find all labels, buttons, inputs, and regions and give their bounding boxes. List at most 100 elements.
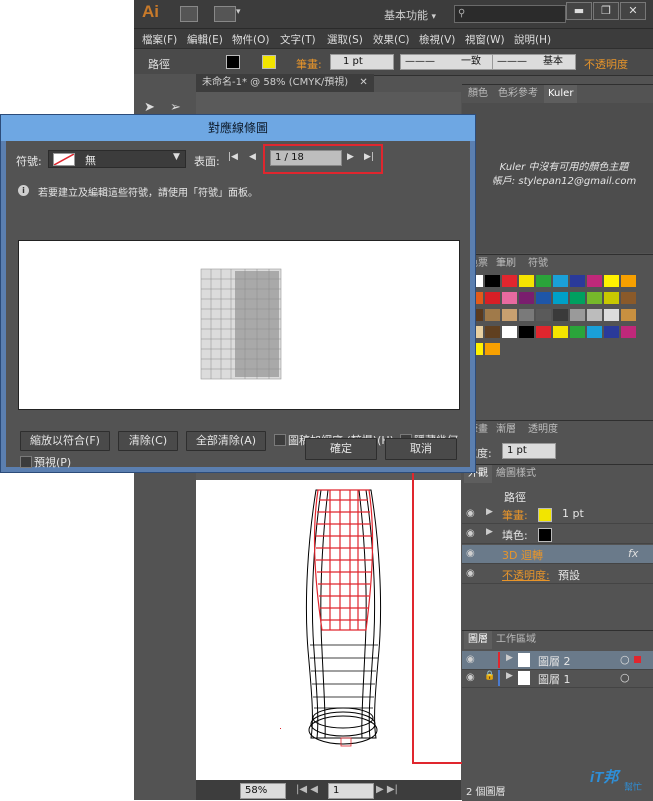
target-icon[interactable]: ○ bbox=[620, 671, 630, 684]
layer-row[interactable]: ◉ ▶ 圖層 2 ○ bbox=[462, 651, 653, 670]
last-surface-icon[interactable]: ▶| bbox=[364, 152, 374, 162]
zoom-field[interactable]: 58% bbox=[240, 783, 286, 799]
swatch[interactable] bbox=[604, 292, 619, 304]
tab-kuler[interactable]: Kuler bbox=[544, 85, 578, 103]
brush-definition[interactable]: ——— 基本 bbox=[492, 54, 576, 70]
swatch-grid[interactable] bbox=[468, 275, 648, 395]
next-surface-icon[interactable]: ▶ bbox=[347, 152, 354, 162]
menu-file[interactable]: 檔案(F) bbox=[142, 32, 177, 47]
swatch[interactable] bbox=[621, 275, 636, 287]
tab-color-guide[interactable]: 色彩參考 bbox=[494, 85, 542, 103]
opacity-row-link[interactable]: 不透明度: bbox=[502, 567, 550, 583]
last-artboard-icon[interactable]: ▶ ▶| bbox=[376, 784, 398, 795]
target-icon[interactable]: ○ bbox=[620, 653, 630, 666]
menu-type[interactable]: 文字(T) bbox=[280, 32, 316, 47]
swatch[interactable] bbox=[485, 343, 500, 355]
menu-view[interactable]: 檢視(V) bbox=[419, 32, 455, 47]
first-surface-icon[interactable]: |◀ bbox=[228, 152, 238, 162]
swatch[interactable] bbox=[553, 326, 568, 338]
fill-color-swatch[interactable] bbox=[538, 528, 552, 542]
layer-name[interactable]: 圖層 2 bbox=[538, 653, 571, 669]
layer-name[interactable]: 圖層 1 bbox=[538, 671, 571, 687]
swatch[interactable] bbox=[502, 309, 517, 321]
swatch[interactable] bbox=[553, 309, 568, 321]
swatch[interactable] bbox=[502, 326, 517, 338]
visibility-eye-icon[interactable]: ◉ bbox=[466, 654, 475, 665]
stroke-weight-field[interactable]: 1 pt bbox=[330, 54, 394, 70]
swatch[interactable] bbox=[604, 326, 619, 338]
selection-indicator[interactable] bbox=[634, 656, 641, 663]
expand-arrow-icon[interactable]: ▶ bbox=[506, 671, 513, 681]
shade-artwork-checkbox[interactable] bbox=[274, 434, 286, 446]
menu-window[interactable]: 視窗(W) bbox=[465, 32, 505, 47]
swatch[interactable] bbox=[621, 292, 636, 304]
expand-arrow-icon[interactable]: ▶ bbox=[486, 507, 493, 517]
workspace-switcher[interactable]: 基本功能 ▾ bbox=[384, 7, 436, 23]
swatch[interactable] bbox=[587, 309, 602, 321]
swatch[interactable] bbox=[570, 309, 585, 321]
menu-effect[interactable]: 效果(C) bbox=[373, 32, 410, 47]
minimize-button[interactable]: ▬ bbox=[566, 2, 592, 20]
swatch[interactable] bbox=[570, 326, 585, 338]
appearance-opacity-row[interactable]: ◉ 不透明度: 預設 bbox=[462, 565, 653, 584]
swatch[interactable] bbox=[621, 309, 636, 321]
arrange-caret-icon[interactable]: ▾ bbox=[236, 7, 241, 17]
close-tab-icon[interactable]: ✕ bbox=[359, 77, 367, 88]
visibility-eye-icon[interactable]: ◉ bbox=[466, 528, 475, 539]
visibility-eye-icon[interactable]: ◉ bbox=[466, 508, 475, 519]
surface-number-field[interactable]: 1 / 18 bbox=[270, 150, 342, 166]
swatch[interactable] bbox=[570, 292, 585, 304]
menu-edit[interactable]: 編輯(E) bbox=[187, 32, 223, 47]
swatch[interactable] bbox=[519, 326, 534, 338]
swatch[interactable] bbox=[587, 275, 602, 287]
tab-color[interactable]: 顏色 bbox=[464, 85, 492, 103]
layer-row[interactable]: ◉ 🔒 ▶ 圖層 1 ○ bbox=[462, 669, 653, 688]
stroke-link[interactable]: 筆畫: bbox=[296, 56, 322, 72]
swatch[interactable] bbox=[485, 275, 500, 287]
variable-width-profile[interactable]: ——— 一致 bbox=[400, 54, 494, 70]
swatch[interactable] bbox=[485, 292, 500, 304]
restore-button[interactable]: ❐ bbox=[593, 2, 619, 20]
clear-button[interactable]: 清除(C) bbox=[118, 431, 178, 451]
effect-3d-revolve-link[interactable]: 3D 迴轉 bbox=[502, 547, 543, 563]
clear-all-button[interactable]: 全部清除(A) bbox=[186, 431, 266, 451]
arrange-documents-icon[interactable] bbox=[214, 6, 236, 22]
swatch[interactable] bbox=[570, 275, 585, 287]
surface-preview[interactable] bbox=[18, 240, 460, 410]
help-search-input[interactable]: ⚲ bbox=[454, 5, 566, 23]
swatch[interactable] bbox=[604, 275, 619, 287]
preview-checkbox[interactable] bbox=[20, 456, 32, 468]
stroke-weight-input[interactable]: 1 pt bbox=[502, 443, 556, 459]
swatch[interactable] bbox=[519, 275, 534, 287]
cancel-button[interactable]: 取消 bbox=[385, 438, 457, 460]
swatch[interactable] bbox=[502, 292, 517, 304]
opacity-link[interactable]: 不透明度 bbox=[584, 56, 628, 72]
swatch[interactable] bbox=[536, 275, 551, 287]
visibility-eye-icon[interactable]: ◉ bbox=[466, 672, 475, 683]
ok-button[interactable]: 確定 bbox=[305, 438, 377, 460]
menu-select[interactable]: 選取(S) bbox=[327, 32, 363, 47]
tab-symbols[interactable]: 符號 bbox=[524, 255, 552, 273]
swatch[interactable] bbox=[485, 309, 500, 321]
stroke-swatch[interactable] bbox=[262, 55, 276, 69]
expand-arrow-icon[interactable]: ▶ bbox=[506, 653, 513, 663]
swatch[interactable] bbox=[519, 292, 534, 304]
scale-to-fit-button[interactable]: 縮放以符合(F) bbox=[20, 431, 110, 451]
selection-tool-icon[interactable]: ➤ bbox=[144, 100, 155, 115]
fill-swatch[interactable] bbox=[226, 55, 240, 69]
lock-icon[interactable]: 🔒 bbox=[484, 671, 495, 681]
swatch[interactable] bbox=[621, 326, 636, 338]
swatch[interactable] bbox=[587, 326, 602, 338]
tab-brushes[interactable]: 筆刷 bbox=[492, 255, 520, 273]
artboard-number-field[interactable]: 1 bbox=[328, 783, 374, 799]
bridge-icon[interactable] bbox=[180, 6, 198, 22]
menu-help[interactable]: 說明(H) bbox=[514, 32, 551, 47]
swatch[interactable] bbox=[536, 292, 551, 304]
first-artboard-icon[interactable]: |◀ ◀ bbox=[296, 784, 318, 795]
tab-transparency[interactable]: 透明度 bbox=[524, 421, 562, 439]
tab-layers[interactable]: 圖層 bbox=[464, 631, 492, 649]
swatch[interactable] bbox=[553, 292, 568, 304]
swatch[interactable] bbox=[485, 326, 500, 338]
tab-gradient[interactable]: 漸層 bbox=[492, 421, 520, 439]
swatch[interactable] bbox=[502, 275, 517, 287]
